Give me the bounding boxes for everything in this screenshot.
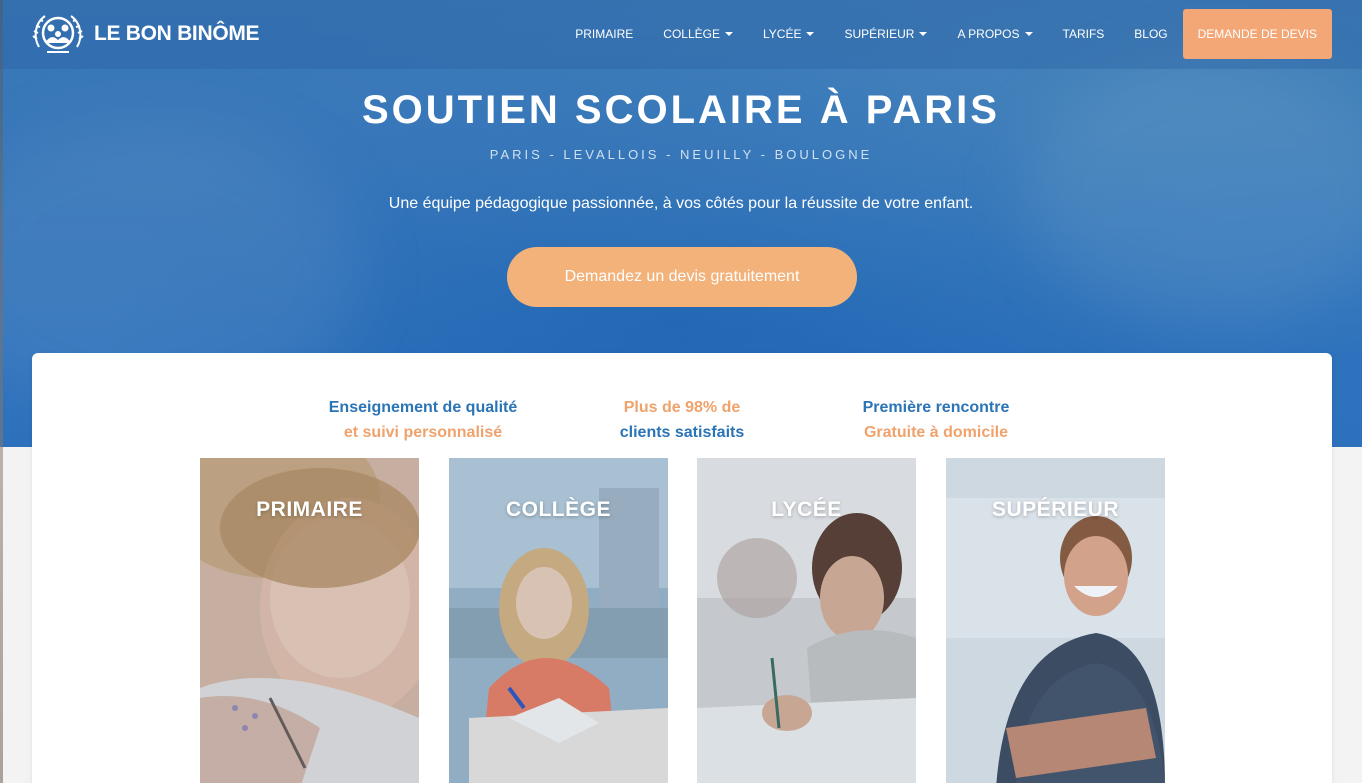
nav-item-label: SUPÉRIEUR [844, 27, 915, 41]
feature-line: Enseignement de qualité [328, 399, 518, 416]
tile-lycee[interactable]: LYCÉE [697, 458, 916, 783]
caret-down-icon [919, 32, 928, 36]
feature-line: clients satisfaits [619, 424, 745, 441]
nav-item-label: BLOG [1134, 27, 1168, 41]
feature-first-meeting: Première rencontre Gratuite à domicile [836, 395, 1036, 445]
tile-college[interactable]: COLLÈGE [449, 458, 668, 783]
nav-quote-button[interactable]: DEMANDE DE DEVIS [1182, 9, 1332, 59]
tile-label: SUPÉRIEUR [991, 498, 1120, 521]
nav-item-tarifs[interactable]: TARIFS [1048, 9, 1120, 59]
caret-down-icon [1024, 32, 1033, 36]
services-card: Enseignement de qualité et suivi personn… [32, 353, 1332, 783]
family-emblem-icon [32, 15, 84, 53]
nav-item-label: LYCÉE [762, 27, 802, 41]
tile-superieur[interactable]: SUPÉRIEUR [946, 458, 1165, 783]
tile-label: PRIMAIRE [256, 498, 363, 521]
caret-down-icon [806, 32, 815, 36]
nav-item-label: A PROPOS [957, 27, 1020, 41]
hero-title: SOUTIEN SCOLAIRE À PARIS [362, 88, 1000, 132]
hero-description: Une équipe pédagogique passionnée, à vos… [388, 195, 974, 212]
feature-satisfaction: Plus de 98% de clients satisfaits [582, 395, 782, 445]
nav-item-a-propos[interactable]: A PROPOS [942, 9, 1047, 59]
feature-quality: Enseignement de qualité et suivi personn… [310, 395, 536, 445]
nav-item-superieur[interactable]: SUPÉRIEUR [829, 9, 942, 59]
feature-line: et suivi personnalisé [343, 424, 503, 441]
feature-line: Première rencontre [862, 399, 1010, 416]
request-quote-button[interactable]: Demandez un devis gratuitement [507, 247, 857, 307]
tile-primaire[interactable]: PRIMAIRE [200, 458, 419, 783]
nav-item-label: PRIMAIRE [575, 27, 634, 41]
page-edge [0, 0, 3, 783]
nav-item-primaire[interactable]: PRIMAIRE [560, 9, 648, 59]
nav-item-label: TARIFS [1062, 27, 1105, 41]
hero-subtitle: PARIS - LEVALLOIS - NEUILLY - BOULOGNE [489, 147, 873, 162]
nav-item-college[interactable]: COLLÈGE [648, 9, 748, 59]
main-nav: PRIMAIRE COLLÈGE LYCÉE SUPÉRIEUR A PROPO… [560, 9, 1332, 59]
brand-logo[interactable]: LE BON BINÔME [31, 9, 260, 59]
caret-down-icon [724, 32, 733, 36]
nav-item-blog[interactable]: BLOG [1119, 9, 1182, 59]
nav-item-label: COLLÈGE [663, 27, 720, 41]
brand-name: LE BON BINÔME [94, 22, 260, 45]
feature-line: Gratuite à domicile [863, 424, 1009, 441]
navbar: LE BON BINÔME PRIMAIRE COLLÈGE LYCÉE SUP… [0, 0, 1362, 69]
nav-item-lycee[interactable]: LYCÉE [748, 9, 829, 59]
tile-label: LYCÉE [771, 498, 842, 521]
feature-line: Plus de 98% de [623, 399, 741, 416]
tile-label: COLLÈGE [505, 498, 611, 521]
